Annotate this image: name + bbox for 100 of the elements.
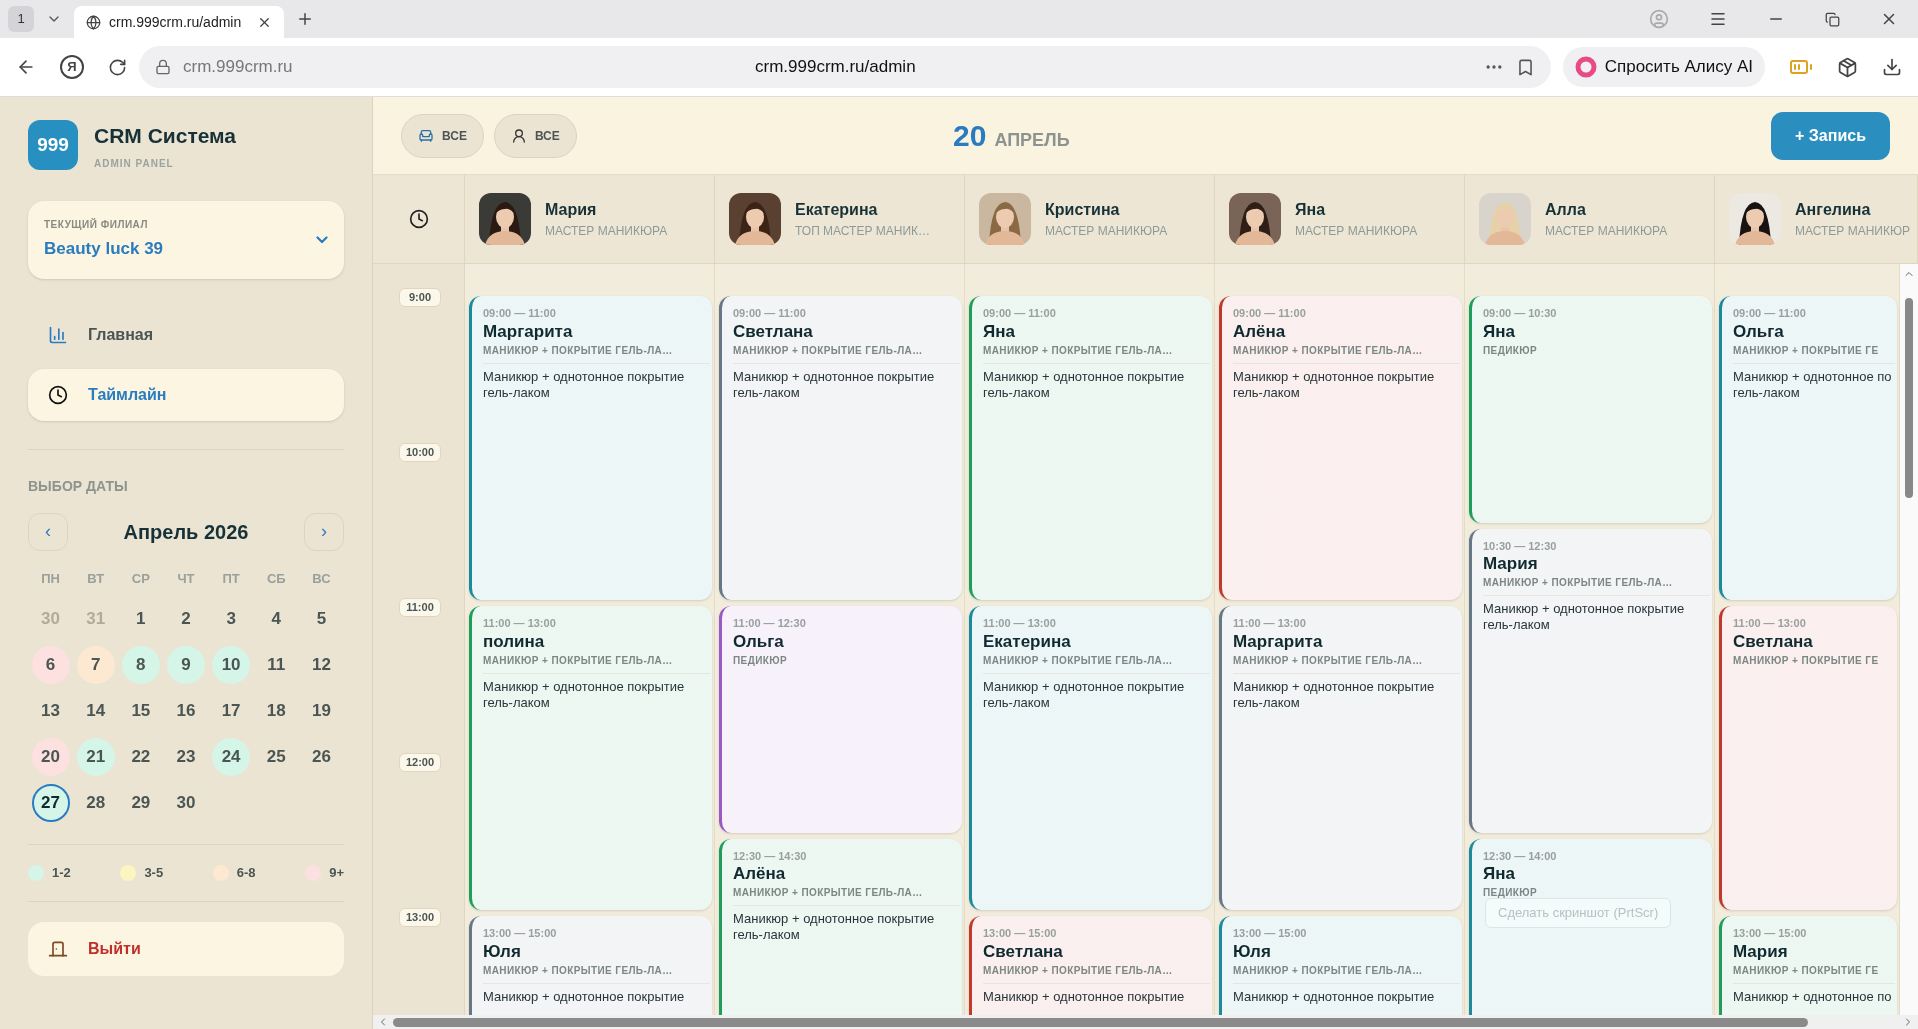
calendar-day[interactable]: 27: [31, 784, 70, 822]
calendar-day[interactable]: 4: [257, 600, 296, 638]
add-appointment-button[interactable]: + Запись: [1771, 111, 1890, 160]
appointment-card[interactable]: 09:00 — 11:00 Яна МАНИКЮР + ПОКРЫТИЕ ГЕЛЬ-ЛА… Маникюр + однотонное покрытие гель-лаком: [969, 296, 1212, 600]
armchair-icon: [418, 127, 434, 144]
appointment-card[interactable]: 13:00 — 15:00 Мария МАНИКЮР + ПОКРЫТИЕ ГЕ Маникюр + однотонное по: [1719, 916, 1897, 1015]
appointment-card[interactable]: 10:30 — 12:30 Мария МАНИКЮР + ПОКРЫТИЕ ГЕЛЬ-ЛА… Маникюр + однотонное покрытие гель-лаком: [1469, 528, 1712, 833]
appointment-card[interactable]: 11:00 — 13:00 Светлана МАНИКЮР + ПОКРЫТИЕ ГЕ: [1719, 606, 1897, 910]
next-month-button[interactable]: ›: [304, 512, 344, 551]
calendar-day[interactable]: 25: [257, 738, 296, 776]
appointment-time: 11:00 — 13:00: [983, 616, 1057, 631]
globe-icon: [86, 14, 101, 30]
appointment-time: 09:00 — 11:00: [733, 306, 807, 321]
filter-button[interactable]: ВСЕ: [401, 113, 484, 158]
appointment-card[interactable]: 09:00 — 10:30 Яна ПЕДИКЮР: [1469, 296, 1712, 523]
client-name: Ольга: [733, 631, 785, 652]
scrollbar-thumb[interactable]: [1905, 298, 1913, 498]
browser-logo[interactable]: Я: [60, 55, 84, 79]
calendar-day[interactable]: 29: [121, 784, 160, 822]
appointment-card[interactable]: 09:00 — 11:00 Алёна МАНИКЮР + ПОКРЫТИЕ ГЕЛЬ-ЛА… Маникюр + однотонное покрытие гель-лаком: [1219, 296, 1462, 600]
calendar-day[interactable]: 1: [121, 600, 160, 638]
nav-item[interactable]: Главная: [28, 308, 344, 361]
appointment-time: 13:00 — 15:00: [983, 926, 1058, 941]
tooltip: Сделать скриншот (PrtScr): [1485, 898, 1672, 928]
calendar-day[interactable]: 21: [76, 738, 115, 776]
calendar-day[interactable]: 26: [302, 738, 341, 776]
logout-button[interactable]: Выйти: [28, 921, 344, 976]
master-role: МАСТЕР МАНИКЮРА: [1045, 223, 1168, 240]
master-role: МАСТЕР МАНИКЮР: [1795, 223, 1911, 240]
appointment-card[interactable]: 11:00 — 12:30 Ольга ПЕДИКЮР: [719, 606, 962, 833]
menu-icon[interactable]: [1709, 10, 1727, 28]
branch-selector[interactable]: ТЕКУЩИЙ ФИЛИАЛ Beauty luck 39: [28, 200, 344, 279]
new-tab-icon[interactable]: [296, 10, 314, 28]
calendar-day[interactable]: 8: [121, 646, 160, 684]
calendar-day[interactable]: 13: [31, 692, 70, 730]
weekday-label: ПН: [40, 569, 61, 588]
app-title: CRM Система: [94, 123, 237, 149]
calendar-day[interactable]: 12: [302, 646, 341, 684]
master-name: Яна: [1295, 200, 1327, 220]
legend-label: 9+: [329, 864, 344, 882]
filter-button[interactable]: ВСЕ: [493, 113, 577, 158]
appointment-time: 12:30 — 14:30: [733, 848, 808, 864]
calendar-day[interactable]: 30: [167, 784, 205, 822]
calendar-day[interactable]: 7: [76, 646, 115, 684]
appointment-time: 09:00 — 11:00: [983, 306, 1057, 321]
hour-label: 13:00: [399, 908, 441, 927]
appointment-card[interactable]: 09:00 — 11:00 Светлана МАНИКЮР + ПОКРЫТИЕ ГЕЛЬ-ЛА… Маникюр + однотонное покрытие гель-лаком: [719, 296, 962, 600]
appointment-card[interactable]: 11:00 — 13:00 Маргарита МАНИКЮР + ПОКРЫТИЕ ГЕЛЬ-ЛА… Маникюр + однотонное покрытие гель-лаком: [1219, 606, 1462, 910]
appointment-card[interactable]: 13:00 — 15:00 Юля МАНИКЮР + ПОКРЫТИЕ ГЕЛЬ-ЛА… Маникюр + однотонное покрытие: [469, 916, 712, 1015]
browser-tab[interactable]: crm.999crm.ru/admin: [74, 6, 284, 38]
appointment-time: 10:30 — 12:30: [1483, 538, 1558, 554]
calendar-day[interactable]: 16: [167, 692, 205, 730]
download-icon[interactable]: [1882, 57, 1902, 77]
calendar-day[interactable]: 14: [76, 692, 115, 730]
logo: 999: [28, 120, 78, 171]
appointment-card[interactable]: 09:00 — 11:00 Маргарита МАНИКЮР + ПОКРЫТИЕ ГЕЛЬ-ЛА… Маникюр + однотонное покрытие гель-лаком: [469, 296, 712, 600]
calendar-day[interactable]: 18: [257, 692, 296, 730]
appointment-time: 11:00 — 13:00: [1233, 616, 1307, 631]
client-name: полина: [483, 631, 546, 652]
service-name: МАНИКЮР + ПОКРЫТИЕ ГЕ: [1733, 963, 1880, 978]
calendar-day[interactable]: 10: [212, 646, 251, 684]
calendar-day[interactable]: 2: [167, 600, 205, 638]
alice-button[interactable]: Спросить Алису AI: [1562, 47, 1765, 87]
calendar-day[interactable]: 11: [257, 646, 296, 684]
service-name: МАНИКЮР + ПОКРЫТИЕ ГЕЛЬ-ЛА…: [1483, 576, 1674, 590]
restore-icon[interactable]: [1825, 11, 1840, 27]
appointment-card[interactable]: 09:00 — 11:00 Ольга МАНИКЮР + ПОКРЫТИЕ ГЕ Маникюр + однотонное по гель-лаком: [1719, 296, 1897, 600]
service-name: МАНИКЮР + ПОКРЫТИЕ ГЕЛЬ-ЛА…: [733, 343, 924, 358]
nav-item[interactable]: Таймлайн: [28, 368, 344, 421]
vertical-scrollbar[interactable]: [1900, 264, 1918, 1015]
address-bar[interactable]: crm.999crm.ru crm.999crm.ru/admin: [139, 46, 1551, 88]
weekday-label: ВС: [311, 569, 332, 588]
calendar-day[interactable]: 9: [167, 646, 205, 684]
calendar-day[interactable]: 6: [31, 646, 70, 684]
appointment-card[interactable]: 13:00 — 15:00 Юля МАНИКЮР + ПОКРЫТИЕ ГЕЛЬ-ЛА… Маникюр + однотонное покрытие: [1219, 916, 1462, 1015]
calendar-day[interactable]: 20: [31, 738, 70, 776]
calendar-day[interactable]: 23: [167, 738, 205, 776]
calendar-day[interactable]: 22: [121, 738, 160, 776]
service-name: ПЕДИКЮР: [733, 653, 789, 668]
hour-label: 10:00: [399, 443, 441, 462]
service-name: МАНИКЮР + ПОКРЫТИЕ ГЕЛЬ-ЛА…: [483, 343, 674, 358]
calendar-day[interactable]: 24: [212, 738, 251, 776]
appointment-card[interactable]: 11:00 — 13:00 полина МАНИКЮР + ПОКРЫТИЕ ГЕЛЬ-ЛА… Маникюр + однотонное покрытие гель-лаком: [469, 606, 712, 910]
calendar-day[interactable]: 17: [212, 692, 251, 730]
calendar-day[interactable]: 15: [121, 692, 160, 730]
appointment-note: Маникюр + однотонное покрытие гель-лаком: [733, 911, 936, 943]
calendar-day[interactable]: 5: [302, 600, 341, 638]
prev-month-button[interactable]: ‹: [28, 512, 68, 551]
calendar-day[interactable]: 28: [76, 784, 115, 822]
appointment-card[interactable]: 11:00 — 13:00 Екатерина МАНИКЮР + ПОКРЫТИЕ ГЕЛЬ-ЛА… Маникюр + однотонное покрытие гель-лаком: [969, 606, 1212, 910]
service-name: МАНИКЮР + ПОКРЫТИЕ ГЕЛЬ-ЛА…: [483, 963, 674, 978]
appointment-time: 11:00 — 13:00: [1733, 616, 1807, 631]
package-icon[interactable]: [1837, 56, 1858, 78]
calendar-day[interactable]: 19: [302, 692, 341, 730]
calendar-day[interactable]: 3: [212, 600, 251, 638]
appointment-card[interactable]: 13:00 — 15:00 Светлана МАНИКЮР + ПОКРЫТИЕ ГЕЛЬ-ЛА… Маникюр + однотонное покрытие: [969, 916, 1212, 1015]
client-name: Мария: [1483, 554, 1539, 574]
tab-counter[interactable]: 1: [8, 6, 34, 32]
appointment-card[interactable]: 12:30 — 14:30 Алёна МАНИКЮР + ПОКРЫТИЕ ГЕЛЬ-ЛА… Маникюр + однотонное покрытие гель-лаком: [719, 838, 962, 1015]
reload-icon[interactable]: [108, 57, 127, 77]
